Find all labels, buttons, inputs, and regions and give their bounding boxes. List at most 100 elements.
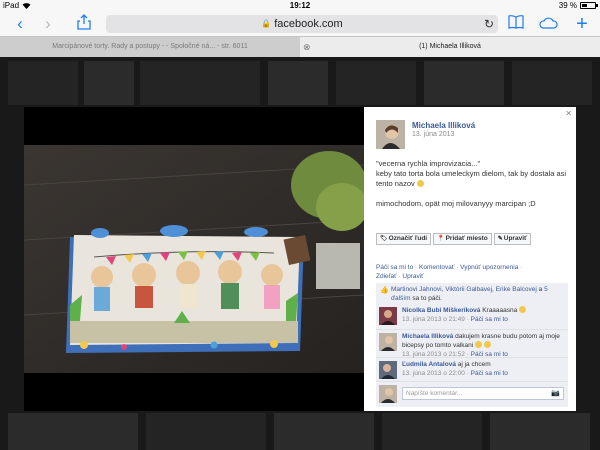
comment-author-link[interactable]: Ľudmila Antalová [402,361,456,368]
photo-caption: "vecerna rychla improvizacia..." keby tat… [376,159,572,219]
comment-date[interactable]: 13. júna 2013 o 21:49 [402,316,465,323]
backdrop-tile [140,61,260,105]
share-glyph [77,14,91,30]
tag-people-button[interactable]: 🏷Označiť ľudí [376,233,432,245]
tag-icon: 🏷 [380,236,388,242]
commenter-avatar[interactable] [379,307,397,325]
add-location-button[interactable]: 📍Pridať miesto [433,233,492,245]
comment-meta: 13. júna 2013 o 22:00 · Páči sa mi to [402,370,508,377]
smiley-icon [474,341,482,348]
cloud-glyph [539,17,558,29]
backdrop-tile [512,61,592,105]
backdrop-tile [268,61,328,105]
camera-icon[interactable]: 📷 [551,388,560,399]
comment-link[interactable]: Komentovať [419,264,454,271]
caption-paragraph: "vecerna rychla improvizacia..." keby tat… [376,159,572,189]
comment-text: Kraaaaasna [480,307,520,314]
likers-link[interactable]: Martinovi Jahnovi, Viktórii Galbavej, Er… [391,286,537,293]
unfollow-link[interactable]: Vypnúť upozornenia [460,264,518,271]
avatar-image [376,120,405,149]
commenter-avatar[interactable] [379,361,397,379]
tag-people-label: Označiť ľudí [388,235,428,242]
photo-sidebar: ✕ Michaela Illiková 13. júna 2013 "vecer… [364,107,576,411]
link-separator: · [518,264,523,271]
share-icon[interactable] [74,14,94,34]
location-pin-icon: 📍 [437,236,445,242]
add-location-label: Pridať miesto [445,235,488,242]
backdrop-tile [490,413,590,450]
edit-link[interactable]: Upraviť [402,273,423,280]
comment-item: Michaela Illiková dakujem krasne budu po… [376,330,568,358]
pencil-icon: ✎ [497,236,503,242]
comment-date[interactable]: 13. júna 2013 o 21:52 [402,351,465,358]
edit-button[interactable]: ✎Upraviť [493,233,532,245]
reload-icon[interactable]: ↻ [484,15,494,33]
status-right: 39 % [558,1,598,10]
caption-line: "vecerna rychla improvizacia..." [376,159,481,168]
caption-paragraph: mimochodom, opät moj milovanyyy marcipan… [376,199,572,209]
likes-conjunction: a [536,286,545,293]
commenter-avatar[interactable] [379,333,397,351]
comment-author-link[interactable]: Michaela Illiková [402,333,453,340]
tab-bar: Marcipánové torty. Rady a postupy - - Sp… [0,36,600,57]
comment-body: Michaela Illiková dakujem krasne budu po… [402,332,566,359]
smiley-icon [519,306,527,313]
backdrop-tile [146,413,266,450]
comment-text: aj ja chcem [455,361,491,368]
comment-like-link[interactable]: Páči sa mi to [471,351,508,358]
backdrop-tile [8,61,78,105]
close-tab-icon[interactable]: ⊗ [303,42,311,52]
comment-placeholder: Napíšte komentár... [406,390,463,397]
comment-input[interactable]: Napíšte komentár... 📷 [402,387,564,400]
caption-line: mimochodom, opät moj milovanyyy marcipan… [376,199,536,208]
thumbs-up-icon: 👍 [380,287,389,294]
clock: 19:12 [289,1,311,10]
own-avatar [379,385,397,403]
backdrop-tile [424,61,504,105]
comment-body: Ľudmila Antalová aj ja chcem 13. júna 20… [402,360,566,378]
comment-like-link[interactable]: Páči sa mi to [471,316,508,323]
comment-item: Nicolka Bubi Miškeríková Kraaaaasna 13. … [376,304,568,330]
backdrop-tile [274,413,374,450]
book-glyph [508,15,524,29]
bookmarks-icon[interactable] [506,14,526,34]
battery-icon [580,2,598,9]
backdrop-tile [336,61,416,105]
photo-actions: 🏷Označiť ľudí 📍Pridať miesto ✎Upraviť [376,233,532,245]
browser-toolbar: ‹ › 🔒 facebook.com ↻ + [0,12,600,36]
smiley-icon [483,341,491,348]
icloud-tabs-icon[interactable] [538,14,558,34]
comment-body: Nicolka Bubi Miškeríková Kraaaaasna 13. … [402,306,566,324]
status-bar: iPad 19:12 39 % [0,0,600,12]
caption-line: keby tato torta bola umeleckym dielom, t… [376,169,567,188]
forward-icon[interactable]: › [38,14,58,34]
like-link[interactable]: Páči sa mi to [376,264,413,271]
cake-photo[interactable] [24,145,364,373]
post-links: Páči sa mi to · Komentovať · Vypnúť upoz… [376,263,572,281]
close-icon[interactable]: ✕ [565,109,572,118]
tab-facebook[interactable]: (1) Michaela Illiková [300,37,600,57]
back-icon[interactable]: ‹ [10,14,30,34]
comment-like-link[interactable]: Páči sa mi to [471,370,508,377]
post-date[interactable]: 13. júna 2013 [412,131,454,138]
comment-meta: 13. júna 2013 o 21:49 · Páči sa mi to [402,316,508,323]
comment-meta: 13. júna 2013 o 21:52 · Páči sa mi to [402,351,508,358]
address-bar[interactable]: 🔒 facebook.com ↻ [106,15,498,33]
comment-composer: Napíšte komentár... 📷 [376,382,568,407]
edit-label: Upraviť [503,235,528,242]
avatar[interactable] [376,120,405,149]
battery-percent: 39 % [558,1,577,10]
url-text: facebook.com [274,18,343,30]
comment-author-link[interactable]: Nicolka Bubi Miškeríková [402,307,480,314]
backdrop-tile [382,413,482,450]
comment-item: Ľudmila Antalová aj ja chcem 13. júna 20… [376,358,568,382]
author-name-link[interactable]: Michaela Illiková [412,121,475,130]
new-tab-icon[interactable]: + [572,14,592,34]
comment-date[interactable]: 13. júna 2013 o 22:00 [402,370,465,377]
backdrop-tile [84,61,134,105]
share-link[interactable]: Zdieľať [376,273,397,280]
likes-summary: 👍 Martinovi Jahnovi, Viktórii Galbavej, … [376,283,568,306]
backdrop-tile [8,413,138,450]
tab-marcipan[interactable]: Marcipánové torty. Rady a postupy - - Sp… [0,37,300,57]
likes-suffix: sa to páči. [410,295,442,302]
